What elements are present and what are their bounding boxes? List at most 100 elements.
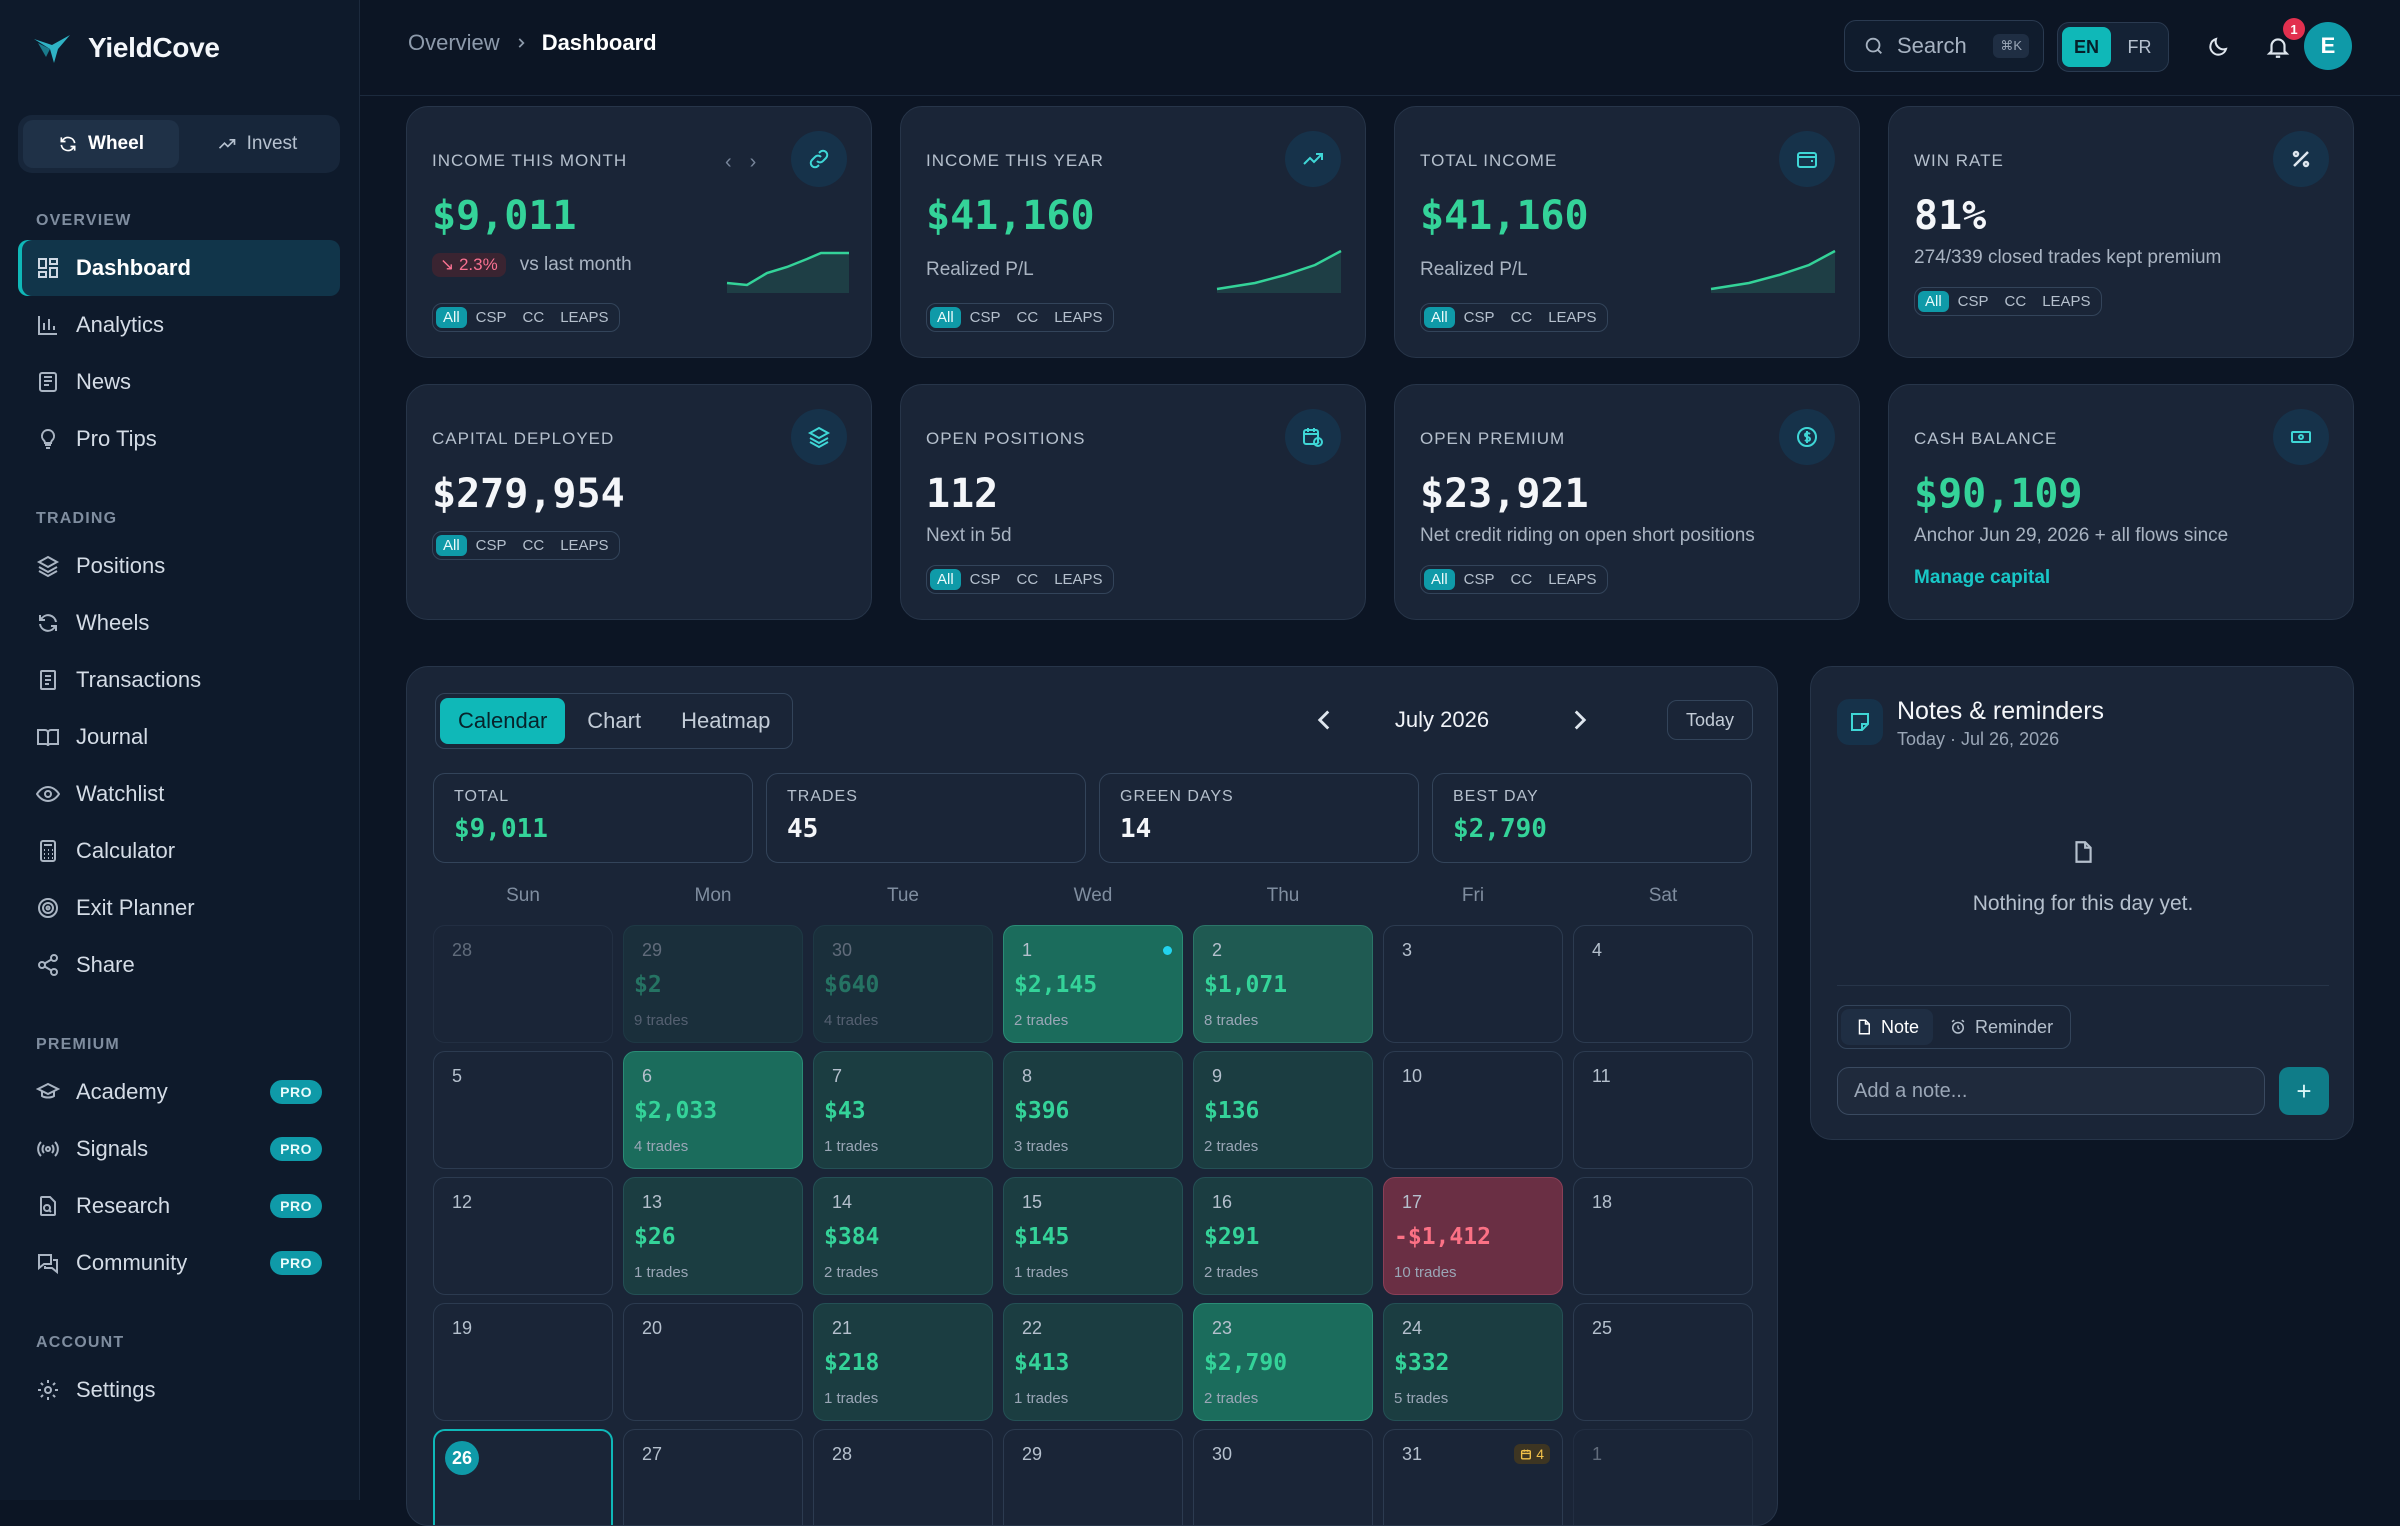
filter-all[interactable]: All <box>1424 569 1455 590</box>
add-note-button[interactable]: + <box>2279 1067 2329 1115</box>
calendar-day-cell[interactable]: 15 $145 1 trades <box>1003 1177 1183 1295</box>
calendar-day-cell[interactable]: 20 <box>623 1303 803 1421</box>
calendar-day-cell[interactable]: 3 <box>1383 925 1563 1043</box>
filter-leaps[interactable]: LEAPS <box>553 535 615 556</box>
sidebar-item-academy[interactable]: Academy PRO <box>18 1064 340 1120</box>
breadcrumb-overview[interactable]: Overview <box>408 30 500 56</box>
filter-leaps[interactable]: LEAPS <box>2035 291 2097 312</box>
sidebar-item-journal[interactable]: Journal <box>18 709 340 765</box>
mode-invest-button[interactable]: Invest <box>179 120 335 168</box>
filter-cc[interactable]: CC <box>516 535 552 556</box>
calendar-day-cell[interactable]: 19 <box>433 1303 613 1421</box>
filter-cc[interactable]: CC <box>1504 569 1540 590</box>
tab-reminder[interactable]: Reminder <box>1935 1009 2067 1045</box>
sidebar-item-watchlist[interactable]: Watchlist <box>18 766 340 822</box>
calendar-day-cell[interactable]: 11 <box>1573 1051 1753 1169</box>
filter-cc[interactable]: CC <box>1504 307 1540 328</box>
filter-all[interactable]: All <box>930 307 961 328</box>
search-button[interactable]: Search ⌘K <box>1844 20 2044 72</box>
filter-leaps[interactable]: LEAPS <box>1541 307 1603 328</box>
lang-en-button[interactable]: EN <box>2062 27 2111 67</box>
calendar-day-cell[interactable]: 24 $332 5 trades <box>1383 1303 1563 1421</box>
chevron-right-icon[interactable]: › <box>750 151 757 174</box>
today-button[interactable]: Today <box>1667 700 1753 740</box>
calendar-day-cell[interactable]: 27 <box>623 1429 803 1525</box>
sidebar-item-dashboard[interactable]: Dashboard <box>18 240 340 296</box>
sidebar-item-share[interactable]: Share <box>18 937 340 993</box>
filter-cc[interactable]: CC <box>1010 307 1046 328</box>
sidebar-item-wheels[interactable]: Wheels <box>18 595 340 651</box>
calendar-day-cell[interactable]: 30 $640 4 trades <box>813 925 993 1043</box>
calendar-day-cell[interactable]: 9 $136 2 trades <box>1193 1051 1373 1169</box>
filter-all[interactable]: All <box>436 307 467 328</box>
filter-csp[interactable]: CSP <box>963 569 1008 590</box>
filter-csp[interactable]: CSP <box>469 535 514 556</box>
calendar-day-cell[interactable]: 7 $43 1 trades <box>813 1051 993 1169</box>
note-input[interactable] <box>1837 1067 2265 1115</box>
calendar-day-cell[interactable]: 12 <box>433 1177 613 1295</box>
tab-heatmap[interactable]: Heatmap <box>663 698 788 744</box>
calendar-day-cell[interactable]: 21 $218 1 trades <box>813 1303 993 1421</box>
calendar-day-cell[interactable]: 5 <box>433 1051 613 1169</box>
filter-csp[interactable]: CSP <box>1951 291 1996 312</box>
filter-csp[interactable]: CSP <box>1457 569 1502 590</box>
calendar-day-cell[interactable]: 6 $2,033 4 trades <box>623 1051 803 1169</box>
calendar-day-cell[interactable]: 30 <box>1193 1429 1373 1525</box>
filter-leaps[interactable]: LEAPS <box>1047 569 1109 590</box>
sidebar-item-settings[interactable]: Settings <box>18 1362 340 1418</box>
calendar-day-cell[interactable]: 2 $1,071 8 trades <box>1193 925 1373 1043</box>
calendar-day-cell[interactable]: 13 $26 1 trades <box>623 1177 803 1295</box>
filter-all[interactable]: All <box>1424 307 1455 328</box>
avatar[interactable]: E <box>2304 22 2352 70</box>
sidebar-item-protips[interactable]: Pro Tips <box>18 411 340 467</box>
filter-csp[interactable]: CSP <box>469 307 514 328</box>
calendar-day-cell[interactable]: 17 -$1,412 10 trades <box>1383 1177 1563 1295</box>
mode-wheel-button[interactable]: Wheel <box>23 120 179 168</box>
sidebar-item-signals[interactable]: Signals PRO <box>18 1121 340 1177</box>
sidebar-item-analytics[interactable]: Analytics <box>18 297 340 353</box>
calendar-day-cell[interactable]: 25 <box>1573 1303 1753 1421</box>
notifications-button[interactable]: 1 <box>2261 18 2305 64</box>
calendar-day-cell[interactable]: 1 $2,145 2 trades <box>1003 925 1183 1043</box>
calendar-day-cell[interactable]: 1 <box>1573 1429 1753 1525</box>
calendar-day-cell[interactable]: 4 <box>1573 925 1753 1043</box>
sidebar-item-transactions[interactable]: Transactions <box>18 652 340 708</box>
calendar-day-cell[interactable]: 18 <box>1573 1177 1753 1295</box>
filter-csp[interactable]: CSP <box>963 307 1008 328</box>
filter-leaps[interactable]: LEAPS <box>553 307 615 328</box>
calendar-day-cell[interactable]: 10 <box>1383 1051 1563 1169</box>
sidebar-item-news[interactable]: News <box>18 354 340 410</box>
filter-cc[interactable]: CC <box>516 307 552 328</box>
lang-fr-button[interactable]: FR <box>2115 27 2164 67</box>
filter-cc[interactable]: CC <box>1010 569 1046 590</box>
calendar-day-cell[interactable]: 16 $291 2 trades <box>1193 1177 1373 1295</box>
calendar-day-cell[interactable]: 26 <box>433 1429 613 1525</box>
filter-cc[interactable]: CC <box>1998 291 2034 312</box>
calendar-day-cell[interactable]: 29 $2 9 trades <box>623 925 803 1043</box>
filter-leaps[interactable]: LEAPS <box>1541 569 1603 590</box>
sidebar-item-calculator[interactable]: Calculator <box>18 823 340 879</box>
filter-all[interactable]: All <box>436 535 467 556</box>
chevron-right-icon[interactable] <box>1563 703 1597 737</box>
tab-chart[interactable]: Chart <box>569 698 659 744</box>
calendar-day-cell[interactable]: 28 <box>433 925 613 1043</box>
theme-toggle-button[interactable] <box>2201 30 2235 64</box>
filter-csp[interactable]: CSP <box>1457 307 1502 328</box>
calendar-day-cell[interactable]: 22 $413 1 trades <box>1003 1303 1183 1421</box>
sidebar-item-exitplanner[interactable]: Exit Planner <box>18 880 340 936</box>
filter-leaps[interactable]: LEAPS <box>1047 307 1109 328</box>
calendar-day-cell[interactable]: 31 4 <box>1383 1429 1563 1525</box>
chevron-left-icon[interactable] <box>1307 703 1341 737</box>
calendar-day-cell[interactable]: 23 $2,790 2 trades <box>1193 1303 1373 1421</box>
manage-capital-link[interactable]: Manage capital <box>1914 567 2050 589</box>
calendar-day-cell[interactable]: 29 <box>1003 1429 1183 1525</box>
filter-all[interactable]: All <box>930 569 961 590</box>
chevron-left-icon[interactable]: ‹ <box>725 151 732 174</box>
filter-all[interactable]: All <box>1918 291 1949 312</box>
sidebar-item-community[interactable]: Community PRO <box>18 1235 340 1291</box>
sidebar-item-research[interactable]: Research PRO <box>18 1178 340 1234</box>
tab-calendar[interactable]: Calendar <box>440 698 566 744</box>
calendar-day-cell[interactable]: 8 $396 3 trades <box>1003 1051 1183 1169</box>
tab-note[interactable]: Note <box>1841 1009 1934 1045</box>
calendar-day-cell[interactable]: 28 <box>813 1429 993 1525</box>
